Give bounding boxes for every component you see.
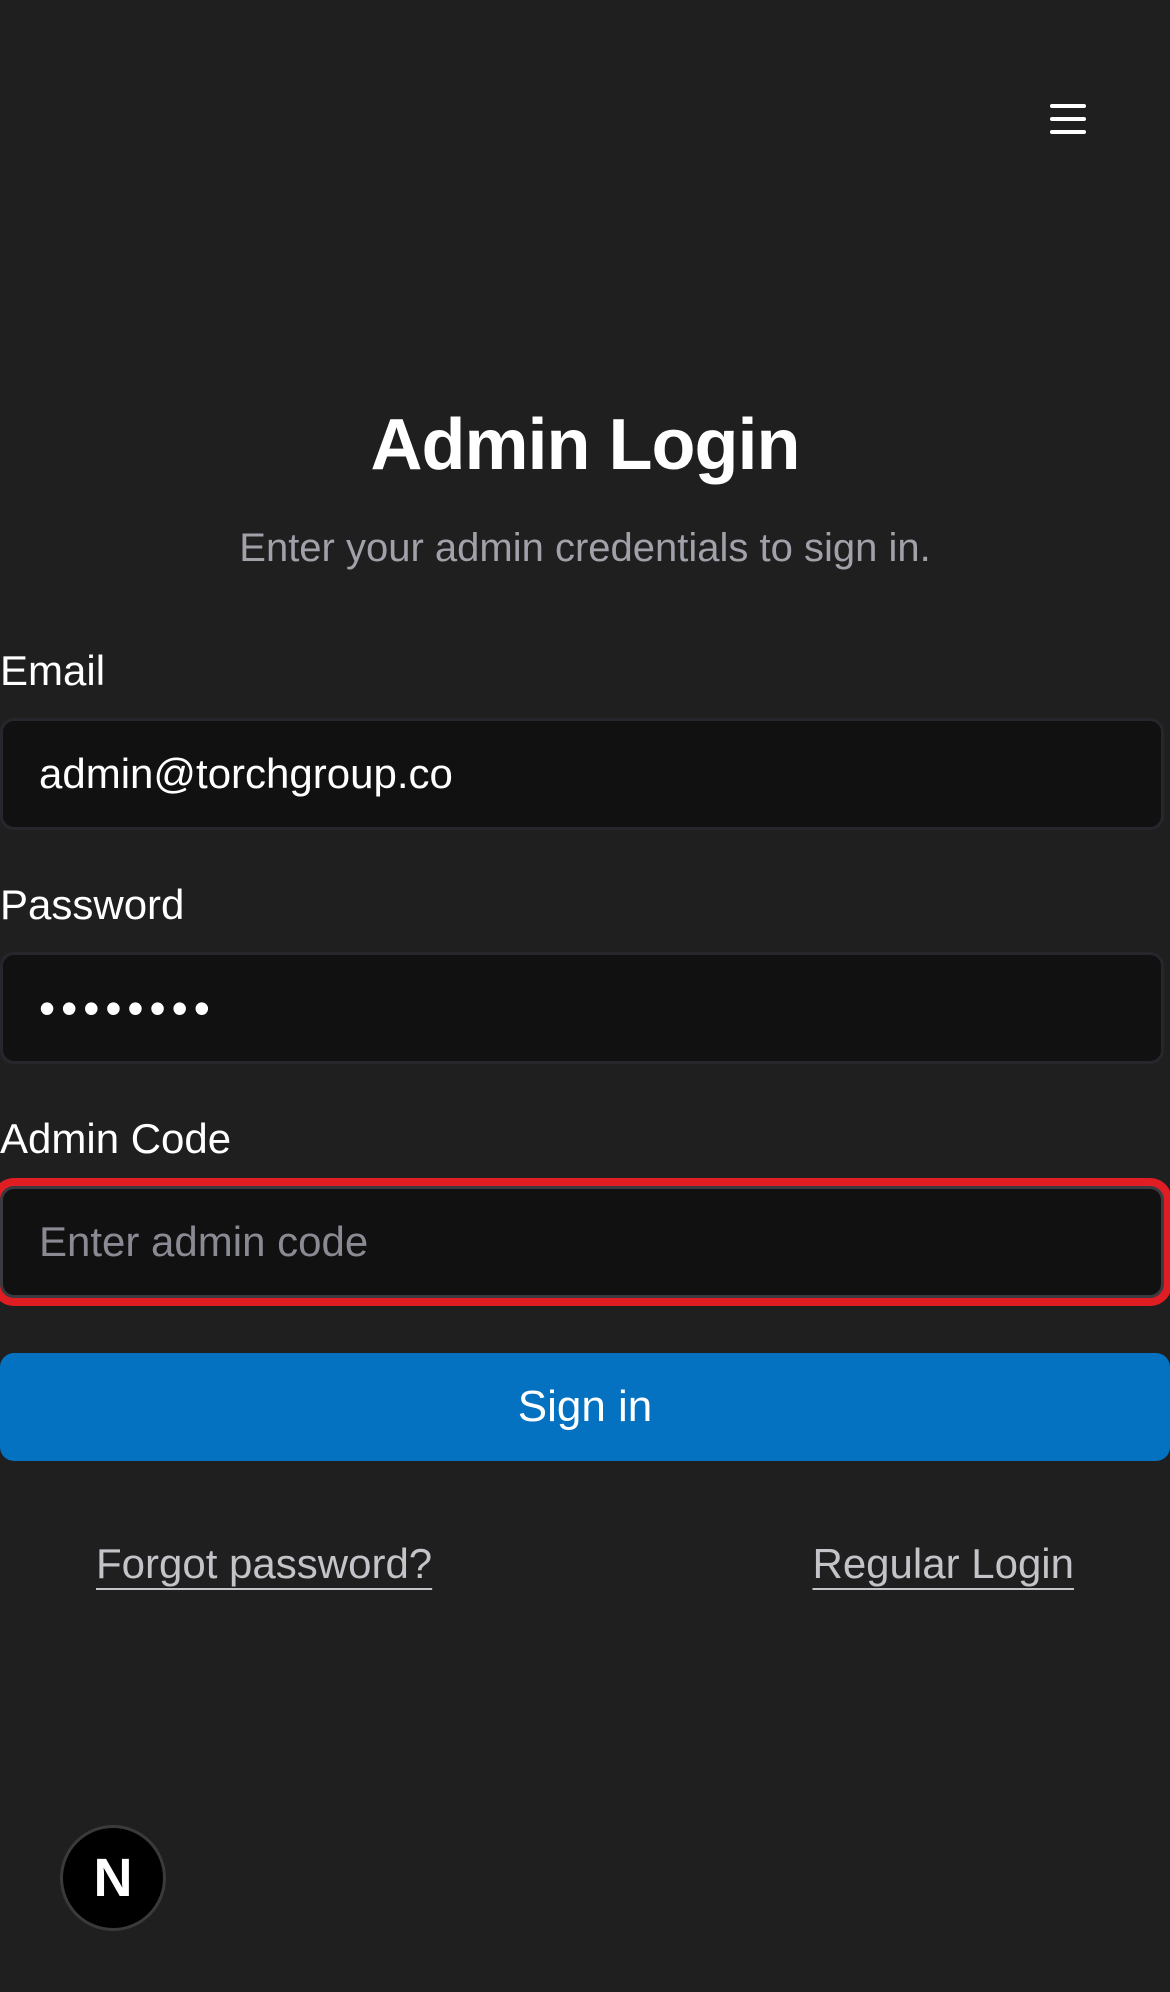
nextjs-dev-badge-icon[interactable]: N (60, 1825, 166, 1931)
page-title: Admin Login (370, 405, 801, 485)
password-field[interactable] (0, 952, 1164, 1064)
forgot-password-link[interactable]: Forgot password? (96, 1536, 432, 1592)
email-label: Email (0, 647, 106, 694)
password-label: Password (0, 881, 185, 928)
hamburger-menu-icon[interactable] (1045, 100, 1091, 138)
dev-badge-letter: N (93, 1848, 133, 1908)
menu-bar (1050, 104, 1086, 108)
page-subtitle: Enter your admin credentials to sign in. (239, 526, 931, 570)
email-field[interactable] (0, 718, 1164, 830)
menu-bar (1050, 117, 1086, 121)
sign-in-button[interactable]: Sign in (0, 1353, 1170, 1461)
menu-bar (1050, 130, 1086, 134)
admin-code-label: Admin Code (0, 1115, 232, 1162)
admin-login-page: Admin Login Enter your admin credentials… (0, 0, 1170, 1992)
admin-code-field[interactable] (0, 1186, 1164, 1298)
regular-login-link[interactable]: Regular Login (812, 1536, 1074, 1592)
